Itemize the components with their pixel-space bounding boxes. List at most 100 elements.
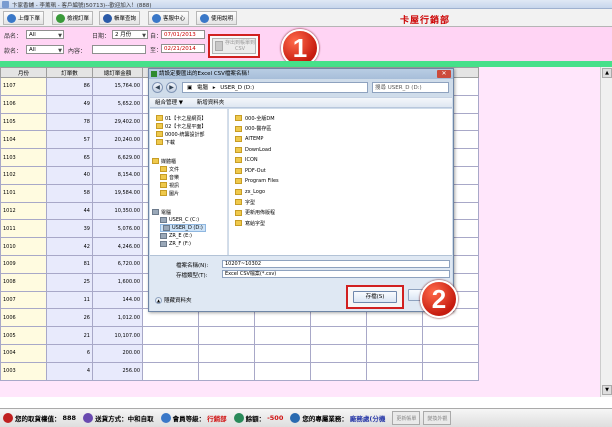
nav-item[interactable]: 媒體櫃 (152, 157, 176, 165)
view-orders-button[interactable]: 檢視訂單 (52, 11, 94, 25)
nav-item[interactable]: USER_D (D:) (160, 224, 206, 232)
nav-item[interactable]: 02【卡之屋平面】 (156, 122, 206, 130)
info-icon (200, 13, 209, 23)
list-item[interactable]: 更新用佈版程 (235, 209, 275, 217)
grid-vertical-scrollbar[interactable]: ▲ ▼ (600, 67, 612, 397)
help-button[interactable]: 使用說明 (196, 11, 238, 25)
hide-folders-toggle[interactable]: ▲ 隱藏資料夾 (155, 296, 192, 304)
folder-icon (235, 146, 242, 153)
file-name: 更新用佈版程 (245, 210, 276, 216)
cell-count: 25 (46, 272, 93, 292)
nav-item[interactable]: ZR_F (F:) (160, 240, 191, 248)
status-bar: 您的取貨權值： 888 送貨方式：中和自取 會員等級： 行銷部 餘額： -500… (0, 408, 612, 427)
column-header-month[interactable]: 月份 (0, 67, 47, 78)
filetype-select[interactable]: Excel CSV檔案(*.csv) (222, 270, 450, 278)
nav-item[interactable]: 0000-統籌設計部 (156, 130, 205, 138)
dialog-toolbar: 組合管理 ▼ 新增資料夾 (150, 97, 452, 108)
cell-amount: 4,246.00 (92, 237, 143, 256)
cell-month: 1106 (0, 94, 47, 114)
new-folder-button[interactable]: 新增資料夾 (197, 100, 225, 106)
folder-icon (235, 209, 242, 216)
cell-month: 1006 (0, 308, 47, 328)
date-label: 日期： (92, 33, 111, 40)
nav-item[interactable]: 圖片 (160, 189, 179, 197)
nav-item[interactable]: USER_C (C:) (160, 216, 199, 224)
scroll-down-icon[interactable]: ▼ (602, 385, 612, 395)
breadcrumb-computer[interactable]: 電腦 (197, 85, 208, 91)
cell-amount: 15,764.00 (92, 77, 143, 96)
nav-item[interactable]: 文件 (160, 165, 179, 173)
dialog-bottom-panel: 檔案名稱(N): 10207~10302 存檔類型(T): Excel CSV檔… (150, 255, 452, 311)
content-input[interactable] (92, 45, 146, 54)
cell-count: 11 (46, 290, 93, 310)
cell-count: 86 (46, 77, 93, 96)
nav-item[interactable]: 音樂 (160, 173, 179, 181)
folder-icon (235, 220, 242, 226)
chevron-down-icon: ▼ (58, 33, 62, 39)
nav-item[interactable]: 視訊 (160, 181, 179, 189)
organize-menu[interactable]: 組合管理 ▼ (155, 100, 183, 106)
table-row[interactable]: 1005 21 10,107.00 (0, 326, 479, 345)
upload-order-button[interactable]: 上傳下單 (3, 11, 45, 25)
table-row[interactable]: 1004 6 200.00 (0, 343, 479, 363)
cell-count: 42 (46, 237, 93, 256)
nav-item[interactable]: ZR_E (E:) (160, 232, 192, 240)
list-item[interactable]: 字型 (235, 198, 255, 206)
cell-empty (310, 343, 367, 363)
list-item[interactable]: 寫給字型 (235, 219, 265, 227)
bill-query-button[interactable]: 帳單查詢 (99, 11, 141, 25)
cell-count: 39 (46, 219, 93, 239)
cell-empty (422, 343, 479, 363)
file-name: ICON (245, 157, 258, 163)
sales-rep-status: 您的專屬業務： 廠務處(分機 (290, 413, 385, 423)
list-item[interactable]: 000-醫存區 (235, 125, 271, 133)
change-skin-button[interactable]: 變換外觀 (423, 411, 452, 425)
nav-item[interactable]: 下載 (156, 138, 175, 146)
forward-icon[interactable]: ▶ (166, 82, 177, 93)
folder-icon (235, 136, 242, 142)
list-item[interactable]: ICON (235, 156, 258, 164)
drive-icon (160, 217, 167, 223)
column-header-amount[interactable]: 總訂單金額 (92, 67, 143, 78)
breadcrumb-drive[interactable]: USER_D (D:) (220, 85, 254, 91)
cell-empty (422, 361, 479, 381)
column-header-count[interactable]: 訂單數 (46, 67, 93, 78)
step-badge-2: 2 (420, 280, 458, 318)
list-item[interactable]: PDF-Out (235, 167, 266, 175)
cell-month: 1004 (0, 343, 47, 363)
month-select[interactable]: 2 月份 ▼ (112, 30, 148, 39)
chevron-down-icon: ▼ (142, 33, 146, 39)
drive-icon (160, 241, 167, 247)
product-select[interactable]: All ▼ (26, 30, 64, 39)
list-item[interactable]: Program Files (235, 177, 279, 185)
filetype-label: 存檔類型(T): (176, 273, 208, 279)
nav-item[interactable]: 電腦 (152, 208, 171, 216)
service-center-button[interactable]: 客服中心 (148, 11, 190, 25)
list-item[interactable]: DownLoad (235, 146, 271, 154)
cell-empty (254, 326, 311, 345)
list-item[interactable]: 000-全版DM (235, 114, 275, 122)
save-button[interactable]: 存檔(S) (353, 291, 397, 303)
file-name: zx_Logo (245, 188, 266, 195)
back-icon[interactable]: ◀ (152, 82, 163, 93)
nav-item-label: 音樂 (169, 174, 180, 181)
cell-count: 81 (46, 254, 93, 274)
type-select[interactable]: All ▼ (26, 45, 64, 54)
list-item[interactable]: zx_Logo (235, 188, 265, 196)
update-bill-button[interactable]: 更新帳單 (392, 411, 421, 425)
address-path[interactable]: ▣ 電腦 ▸ USER_D (D:) (182, 82, 368, 93)
search-input[interactable]: 搜尋 USER_D (D:) (372, 82, 449, 93)
filename-input[interactable]: 10207~10302 (222, 260, 450, 268)
table-row[interactable]: 1003 4 256.00 (0, 361, 479, 381)
nav-item-label: 圖片 (169, 190, 180, 197)
folder-icon (156, 131, 163, 137)
nav-item[interactable]: 01【卡之屋網頁】 (156, 114, 206, 122)
export-csv-highlight: 存出到帳單到 CSV (208, 34, 260, 58)
to-date-input[interactable]: 02/21/2014 (161, 44, 205, 53)
export-csv-button[interactable]: 存出到帳單到 CSV (212, 38, 256, 54)
close-icon[interactable]: ✕ (437, 70, 451, 78)
list-item[interactable]: AITEMP (235, 135, 263, 143)
scroll-up-icon[interactable]: ▲ (602, 68, 612, 78)
folder-icon (156, 139, 163, 145)
from-date-input[interactable]: 07/01/2013 (161, 30, 205, 39)
